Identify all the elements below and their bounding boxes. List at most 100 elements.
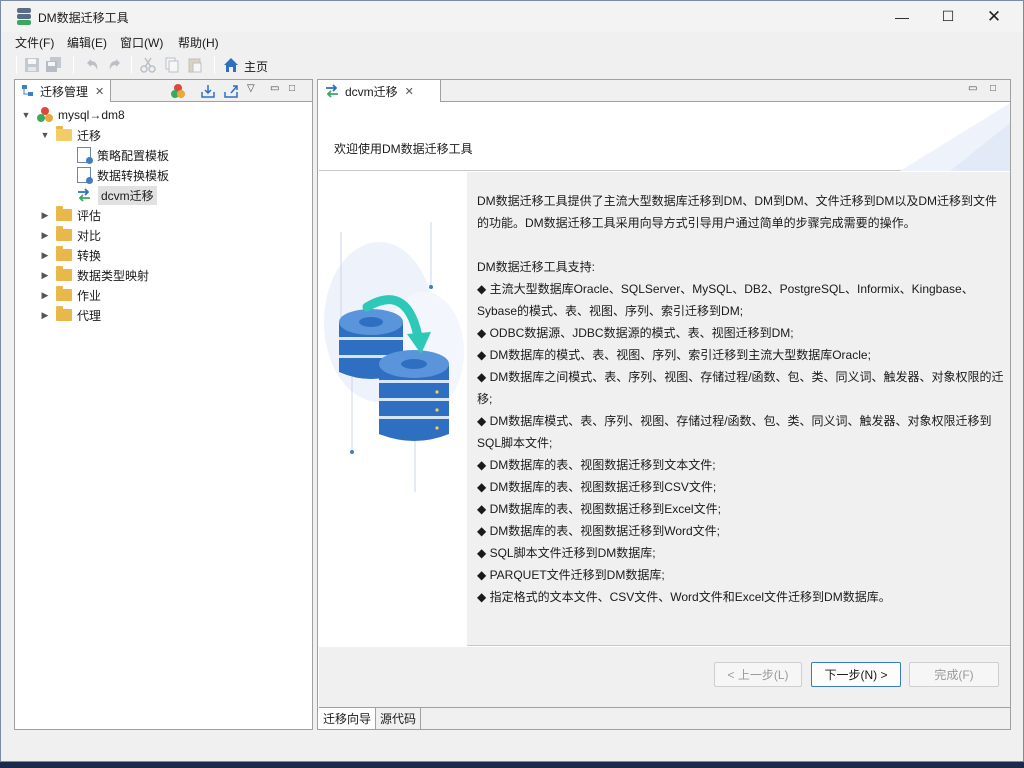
window-title: DM数据迁移工具 [38, 11, 129, 25]
tree-item-agent[interactable]: ▶ 代理 [40, 305, 101, 325]
app-database-icon [17, 8, 31, 25]
editor-bottom-tabs: 迁移向导 源代码 [319, 707, 1010, 729]
title-bar: DM数据迁移工具 — ☐ ✕ [1, 1, 1023, 32]
home-icon[interactable] [223, 57, 239, 73]
minimize-view-icon[interactable]: ▭ [968, 83, 977, 94]
tab-migration-management[interactable]: 迁移管理 ✕ [15, 80, 112, 102]
menu-edit[interactable]: 编辑(E) [67, 34, 107, 51]
menu-file[interactable]: 文件(F) [15, 34, 54, 51]
migration-icon [326, 84, 338, 98]
collapse-arrow-icon[interactable]: ▼ [40, 130, 50, 140]
tab-label: dcvm迁移 [345, 84, 398, 99]
tree-label: 评估 [77, 208, 102, 223]
tree-item-dcvm-migration[interactable]: dcvm迁移 [76, 185, 157, 205]
desc-line: ◆ DM数据库模式、表、序列、视图、存储过程/函数、包、类、同义词、触发器、对象… [477, 414, 992, 450]
tree-view-icon [22, 85, 33, 96]
desc-line: ◆ PARQUET文件迁移到DM数据库; [477, 568, 665, 582]
feature-description: DM数据迁移工具提供了主流大型数据库迁移到DM、DM到DM、文件迁移到DM以及D… [477, 190, 1007, 608]
tree-item-convert[interactable]: ▶ 转换 [40, 245, 101, 265]
minimize-button[interactable]: — [879, 1, 925, 32]
tree-label: 转换 [77, 248, 102, 263]
app-window: DM数据迁移工具 — ☐ ✕ 文件(F) 编辑(E) 窗口(W) 帮助(H) 主… [0, 0, 1024, 762]
datasource-icon [37, 107, 53, 123]
database-icon [324, 222, 464, 492]
folder-icon [56, 286, 72, 301]
tree-label: 作业 [77, 288, 102, 303]
connect-icon[interactable] [170, 83, 186, 99]
tree-label: 数据转换模板 [97, 168, 170, 183]
welcome-text: 欢迎使用DM数据迁移工具 [334, 142, 473, 156]
redo-icon[interactable] [107, 57, 123, 73]
maximize-button[interactable]: ☐ [925, 1, 971, 32]
desc-line: ◆ DM数据库的表、视图数据迁移到Excel文件; [477, 502, 721, 516]
import-icon[interactable] [200, 83, 216, 99]
expand-arrow-icon[interactable]: ▶ [40, 310, 50, 321]
welcome-header: 欢迎使用DM数据迁移工具 [319, 103, 1010, 171]
desc-line: ◆ SQL脚本文件迁移到DM数据库; [477, 546, 656, 560]
menu-help[interactable]: 帮助(H) [178, 34, 219, 51]
migration-icon [78, 188, 90, 202]
header-decoration [900, 103, 1010, 171]
export-icon[interactable] [223, 83, 239, 99]
desc-line: ◆ ODBC数据源、JDBC数据源的模式、表、视图迁移到DM; [477, 326, 794, 340]
maximize-view-icon[interactable]: □ [289, 83, 295, 94]
wizard-buttons: < 上一步(L) 下一步(N) > 完成(F) [319, 647, 1010, 707]
tree-item-datatype-mapping[interactable]: ▶ 数据类型映射 [40, 265, 149, 285]
folder-icon [56, 246, 72, 261]
template-icon [77, 167, 93, 184]
tree-item-assessment[interactable]: ▶ 评估 [40, 205, 101, 225]
expand-arrow-icon[interactable]: ▶ [40, 290, 50, 301]
home-label[interactable]: 主页 [244, 58, 268, 75]
view-menu-icon[interactable]: ▽ [247, 83, 255, 94]
minimize-view-icon[interactable]: ▭ [270, 83, 279, 94]
close-tab-icon[interactable]: ✕ [95, 85, 104, 98]
copy-icon[interactable] [164, 57, 180, 73]
folder-open-icon [56, 126, 72, 141]
tree-label: 代理 [77, 308, 102, 323]
tree-label: 对比 [77, 228, 102, 243]
tree-label-migration: 迁移 [77, 128, 102, 143]
collapse-arrow-icon[interactable]: ▼ [21, 110, 31, 120]
migration-management-panel: 迁移管理 ✕ ▽ ▭ □ ▼ mysql→dm8 ▼ 迁移 策略配置模板 数据转… [14, 79, 313, 730]
editor-panel: dcvm迁移 ✕ ▭ □ 欢迎使用DM数据迁移工具 DM数据迁移工具提供了主流大… [317, 79, 1011, 730]
maximize-view-icon[interactable]: □ [990, 83, 996, 94]
undo-icon[interactable] [84, 57, 100, 73]
tree-item-jobs[interactable]: ▶ 作业 [40, 285, 101, 305]
close-tab-icon[interactable]: ✕ [405, 85, 414, 98]
expand-arrow-icon[interactable]: ▶ [40, 270, 50, 281]
desc-line: DM数据迁移工具提供了主流大型数据库迁移到DM、DM到DM、文件迁移到DM以及D… [477, 194, 997, 230]
desc-line [477, 234, 1007, 256]
tree-label: 策略配置模板 [97, 148, 170, 163]
tree-item-compare[interactable]: ▶ 对比 [40, 225, 101, 245]
desc-line: ◆ DM数据库的表、视图数据迁移到Word文件; [477, 524, 721, 538]
tab-source-code[interactable]: 源代码 [376, 708, 422, 729]
tab-label: 迁移管理 [40, 84, 89, 99]
tab-dcvm-migration[interactable]: dcvm迁移 ✕ [318, 80, 441, 102]
folder-icon [56, 206, 72, 221]
next-button[interactable]: 下一步(N) > [811, 662, 901, 687]
save-icon[interactable] [24, 57, 40, 73]
expand-arrow-icon[interactable]: ▶ [40, 250, 50, 261]
tree-item-conversion-template[interactable]: 数据转换模板 [77, 165, 169, 185]
desc-line: ◆ DM数据库的表、视图数据迁移到文本文件; [477, 458, 716, 472]
menu-window[interactable]: 窗口(W) [120, 34, 163, 51]
wizard-content: DM数据迁移工具提供了主流大型数据库迁移到DM、DM到DM、文件迁移到DM以及D… [319, 172, 1010, 646]
editor-tabbar: dcvm迁移 ✕ ▭ □ [318, 80, 1010, 102]
tree-label-root: mysql→dm8 [58, 108, 125, 122]
database-migration-illustration [319, 172, 467, 646]
back-button[interactable]: < 上一步(L) [714, 662, 802, 687]
cut-icon[interactable] [140, 57, 156, 73]
expand-arrow-icon[interactable]: ▶ [40, 210, 50, 221]
left-panel-tabbar: 迁移管理 ✕ ▽ ▭ □ [15, 80, 312, 102]
tab-migration-wizard[interactable]: 迁移向导 [319, 708, 377, 729]
tree-item-root[interactable]: ▼ mysql→dm8 [21, 105, 125, 125]
tree-item-strategy-template[interactable]: 策略配置模板 [77, 145, 169, 165]
expand-arrow-icon[interactable]: ▶ [40, 230, 50, 241]
tree-item-migration[interactable]: ▼ 迁移 [40, 125, 101, 145]
paste-icon[interactable] [187, 57, 203, 73]
save-all-icon[interactable] [46, 57, 62, 73]
desc-line: ◆ DM数据库的表、视图数据迁移到CSV文件; [477, 480, 717, 494]
folder-icon [56, 266, 72, 281]
close-button[interactable]: ✕ [971, 1, 1017, 32]
finish-button[interactable]: 完成(F) [909, 662, 999, 687]
